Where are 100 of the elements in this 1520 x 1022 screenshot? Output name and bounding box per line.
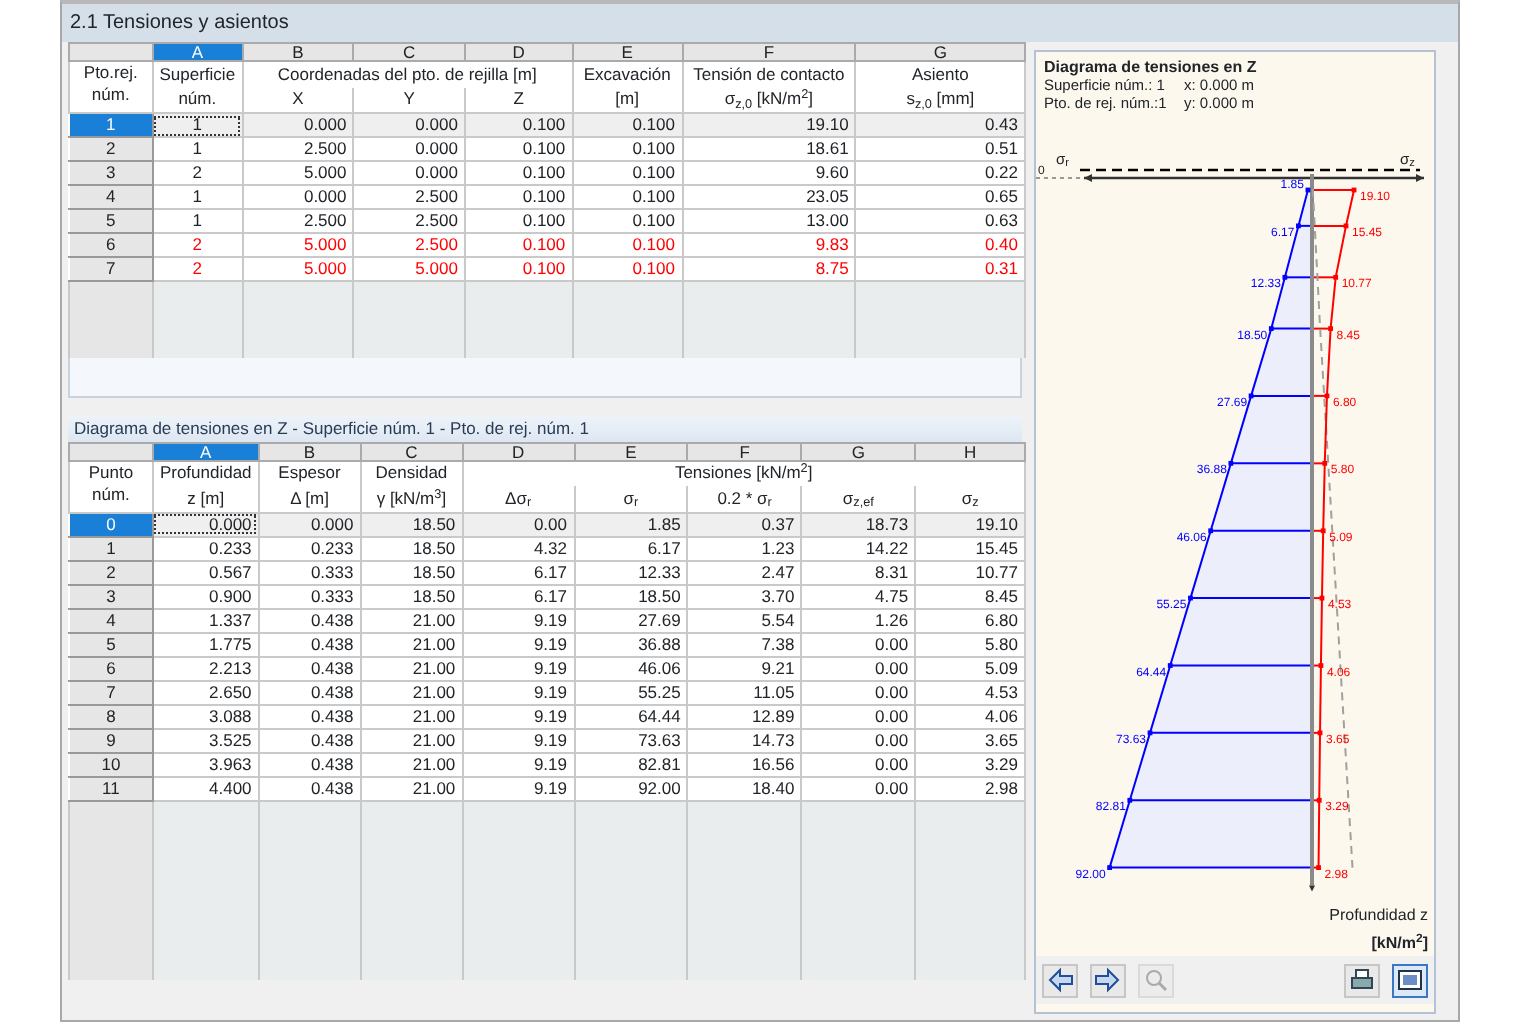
row-header[interactable]: 6 [69,233,153,257]
table-cell: 18.50 [360,560,463,584]
column-letter[interactable]: B [258,442,361,460]
row-header[interactable]: 0 [69,512,153,536]
column-letter[interactable]: B [242,43,354,61]
column-letter[interactable]: E [574,442,688,460]
data-point [1248,393,1254,399]
column-letter[interactable]: A [152,43,243,61]
table-cell: 3.70 [687,584,802,608]
row-header[interactable]: 3 [69,161,153,185]
table-cell: 0.000 [152,512,259,536]
table-cell: 1.23 [687,536,802,560]
table-cell: 3.963 [152,752,259,776]
print-button[interactable] [1344,963,1380,997]
row-header[interactable]: 2 [69,137,153,161]
column-header: [m] [572,87,682,113]
data-point [1188,595,1193,601]
table-cell: 2.650 [152,680,259,704]
table-cell: 13.00 [682,209,856,233]
row-header[interactable]: 4 [69,185,153,209]
row-header[interactable]: 3 [69,584,153,608]
column-letter[interactable]: A [152,442,259,460]
table-cell: 21.00 [360,728,463,752]
table-cell: 0.100 [572,233,682,257]
table-cell: 0.00 [801,704,916,728]
table-cell: 0.100 [572,185,682,209]
data-point [1147,730,1153,736]
row-header[interactable]: 1 [69,536,153,560]
table-cell: 4.75 [801,584,916,608]
table-cell: 2.500 [353,233,465,257]
column-header: Δσ$_{r}$ [462,486,574,512]
column-letter[interactable]: C [353,43,465,61]
column-letter[interactable]: G [855,43,1025,61]
table-cell: 0.438 [258,680,361,704]
table-cell: 9.60 [682,161,856,185]
column-letter[interactable]: G [801,442,916,460]
window-icon [1396,966,1424,994]
table-cell: 11.05 [687,680,802,704]
table-cell: 0.438 [258,704,361,728]
row-header[interactable]: 9 [69,728,153,752]
data-point [1107,865,1112,870]
arrow-right-icon [1094,966,1122,994]
table-cell: 0.438 [258,776,361,800]
column-header: Y [353,87,465,113]
table-cell: 0.233 [152,536,259,560]
column-letter[interactable]: C [360,442,463,460]
column-letter[interactable]: D [464,43,573,61]
table-cell: 0.51 [855,137,1025,161]
table-cell: 8.31 [801,560,916,584]
data-point [1127,797,1133,803]
table-cell: 1 [152,209,243,233]
view-button[interactable] [1392,963,1428,997]
data-point [1324,393,1330,399]
row-header[interactable]: 8 [69,704,153,728]
row-header[interactable]: 7 [69,257,153,281]
next-button[interactable] [1090,963,1126,997]
prev-button[interactable] [1042,963,1078,997]
row-header[interactable]: 11 [69,776,153,800]
table-cell: 8.45 [915,584,1025,608]
table-cell: 2.213 [152,656,259,680]
table-cell: 0.900 [152,584,259,608]
column-letter[interactable]: H [915,442,1025,460]
column-letter[interactable]: D [462,442,574,460]
table-cell: 2.500 [353,185,465,209]
table-cell: 5.54 [687,608,802,632]
data-point [1228,460,1234,466]
table-cell: 2.500 [242,137,354,161]
table-cell: 0.100 [464,137,573,161]
column-header: Pto.rej. núm. [69,61,153,113]
table-cell: 14.73 [687,728,802,752]
printer-icon [1348,966,1376,994]
data-point [1319,595,1325,601]
row-header[interactable]: 6 [69,656,153,680]
column-letter[interactable]: F [682,43,856,61]
column-letter[interactable]: F [687,442,802,460]
column-header: 0.2 * σ$_{r}$ [687,486,802,512]
row-header[interactable]: 1 [69,113,153,137]
dashed-line [1036,177,1081,179]
table-cell: 0.438 [258,656,361,680]
row-header[interactable]: 10 [69,752,153,776]
column-header: σ$_{z}$ [915,486,1025,512]
table-cell: 1.85 [574,512,688,536]
arrow-left-icon [1046,966,1074,994]
row-header[interactable]: 4 [69,608,153,632]
table-cell: 9.19 [462,656,574,680]
row-header[interactable]: 7 [69,680,153,704]
table-cell: 18.73 [801,512,916,536]
table-cell: 27.69 [574,608,688,632]
table-cell: 2.500 [242,209,354,233]
row-header[interactable]: 5 [69,209,153,233]
data-point [1333,274,1339,280]
row-header[interactable]: 2 [69,560,153,584]
table-cell: 0.00 [462,512,574,536]
row-header[interactable]: 5 [69,632,153,656]
table-cell: 0.100 [572,137,682,161]
table-cell: 3.088 [152,704,259,728]
column-letter[interactable]: E [572,43,682,61]
column-header: Superficie [152,61,243,87]
table-cell: 0.100 [464,161,573,185]
table-cell: 36.88 [574,632,688,656]
